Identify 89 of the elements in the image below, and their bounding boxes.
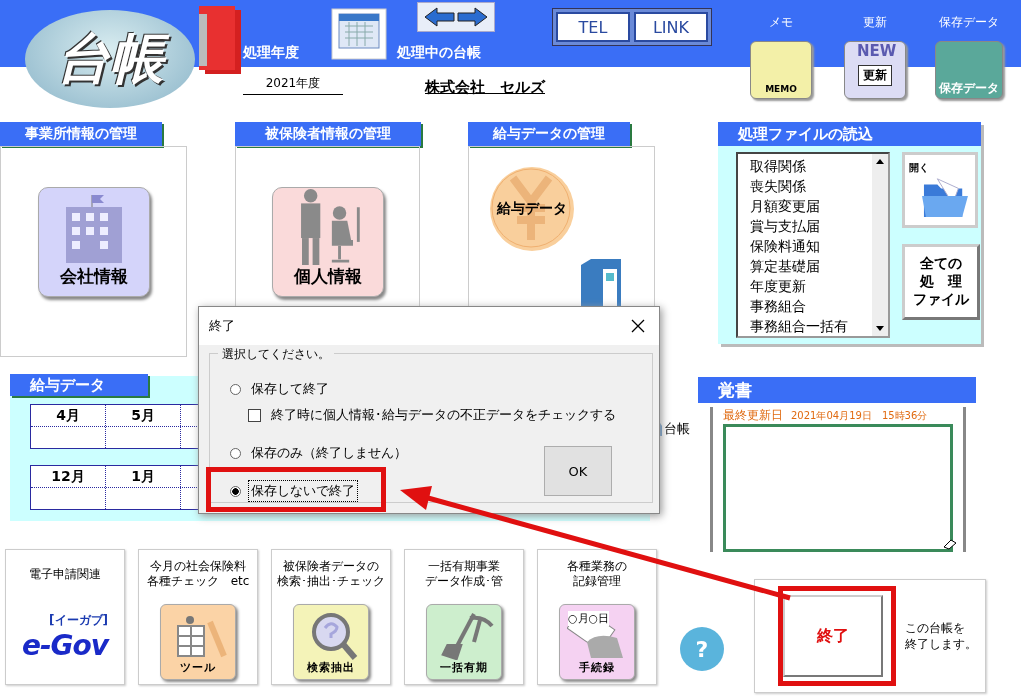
radio-button[interactable] (230, 383, 241, 395)
app-logo: 台帳 (25, 10, 195, 108)
tile-button-label: 検索抽出 (307, 660, 355, 675)
memo-text-area[interactable] (723, 424, 953, 552)
tool-button[interactable]: MEMO (750, 41, 812, 99)
file-list-item[interactable]: 事務組合 (750, 296, 872, 316)
exit-note: この台帳を (905, 620, 966, 636)
option-label[interactable]: 保存のみ（終了しません） (249, 443, 409, 463)
section-header: 給与データの管理 (468, 122, 630, 146)
tile-button[interactable]: 一括有期 (426, 604, 502, 680)
ok-button[interactable]: OK (544, 446, 612, 496)
file-list-item[interactable]: 月額変更届 (750, 196, 872, 216)
exit-button[interactable]: 終了 (783, 595, 883, 677)
table-cell: 5月 (106, 405, 181, 426)
tile-button-label: ツール (180, 660, 216, 675)
fiscal-year: 2021年度 (243, 75, 343, 95)
module-button[interactable]: 会社情報 (37, 187, 150, 297)
tool-label: メモ (769, 14, 793, 31)
section-header: 被保険者情報の管理 (235, 122, 421, 146)
open-button[interactable]: 開く (902, 152, 978, 228)
switch-ledger-button[interactable] (417, 2, 495, 32)
file-list-item[interactable]: 算定基礎届 (750, 256, 872, 276)
panel-title: 覚書 (698, 377, 976, 403)
logo-subtext: [イーガブ] (49, 612, 109, 629)
card-date-text: ○月○日 (568, 611, 610, 626)
tile-caption: 各種業務の (567, 559, 627, 574)
tile-button-label: 一括有期 (440, 660, 488, 675)
option-label[interactable]: 終了時に個人情報･給与データの不正データをチェックする (269, 405, 618, 425)
tile-button[interactable]: ツール (160, 604, 236, 680)
ledger-label: 処理中の台帳 (397, 43, 482, 62)
last-updated-label: 最終更新日 (723, 407, 783, 424)
tile-caption: 検索･抽出･チェック (277, 574, 385, 589)
tile-caption: 今月の社会保険料 (150, 559, 246, 574)
tile-caption: データ作成･管 (425, 574, 503, 589)
tool-button[interactable]: NEW 更新 (844, 41, 906, 99)
file-list-item[interactable]: 取得関係 (750, 156, 872, 176)
option-label[interactable]: 保存して終了 (249, 379, 331, 399)
binder-icon (197, 4, 243, 76)
file-list-item[interactable]: 事務組合一括有 (750, 316, 872, 336)
company-name: 株式会社 セルズ (425, 78, 547, 97)
tile-caption: 記録管理 (573, 574, 621, 589)
file-list-item[interactable]: 保険料通知 (750, 236, 872, 256)
group-label: 選択してください。 (218, 346, 334, 363)
tool-button-text: MEMO (765, 84, 797, 94)
module-button[interactable]: 給与データ (489, 167, 574, 251)
tile-caption: 各種チェック etc (146, 574, 250, 589)
checkbox[interactable] (248, 408, 261, 422)
table-cell: 12月 (31, 466, 106, 487)
tile-button[interactable]: 検索抽出 (293, 604, 369, 680)
module-button[interactable]: 個人情報 (271, 187, 384, 297)
tool-button-text: 更新 (858, 65, 892, 86)
table-cell: 4月 (31, 405, 106, 426)
scrollbar[interactable] (872, 154, 888, 336)
file-list-item[interactable]: 喪失関係 (750, 176, 872, 196)
table-cell: 1月 (106, 466, 181, 487)
dialog-title: 終了 (209, 317, 235, 335)
tile-caption: 電子申請関連 (29, 566, 101, 582)
all-files-button[interactable]: 全ての 処 理 ファイル (902, 244, 980, 320)
tile-caption: 被保険者データの (283, 559, 379, 574)
double-arrow-icon (423, 6, 489, 28)
tile-caption: 一括有期事業 (428, 559, 500, 574)
calendar-icon[interactable] (331, 8, 387, 60)
file-list-item[interactable]: 賞与支払届 (750, 216, 872, 236)
tile-button[interactable]: ○月○日 手続録 (559, 604, 635, 680)
section-header: 給与データ (10, 374, 148, 396)
logo-text: e-Gov (21, 629, 109, 662)
tool-label: 保存データ (939, 14, 999, 31)
last-updated-value: 2021年04月19日 15時36分 (791, 409, 928, 423)
ledger-shortcut-label[interactable]: 台帳 (664, 420, 690, 438)
close-icon[interactable] (631, 319, 645, 333)
tile-button-label: 手続録 (579, 660, 615, 675)
yen-coin-icon (490, 168, 571, 248)
egov-logo-button[interactable]: [イーガブ] e-Gov (21, 612, 109, 662)
year-label: 処理年度 (243, 43, 300, 62)
section-header: 事業所情報の管理 (0, 122, 162, 146)
radio-button[interactable] (230, 447, 241, 459)
link-button[interactable]: LINK (634, 12, 708, 42)
file-listbox[interactable]: 取得関係 喪失関係 月額変更届 賞与支払届 保険料通知 算定基礎届 年度更新 事務組合 事務組合一括有 (736, 152, 890, 338)
folder-icon (919, 175, 971, 219)
eraser-icon[interactable] (943, 538, 957, 550)
new-label: NEW (857, 43, 897, 59)
tool-label: 更新 (863, 14, 887, 31)
file-list-item[interactable]: 年度更新 (750, 276, 872, 296)
tool-button-text: 保存データ (939, 81, 999, 95)
radio-button[interactable] (230, 485, 241, 497)
panel-title: 処理ファイルの読込 (718, 122, 981, 146)
link-button[interactable]: TEL (556, 12, 630, 42)
exit-note: 終了します。 (905, 636, 977, 652)
option-label[interactable]: 保存しないで終了 (249, 481, 357, 501)
